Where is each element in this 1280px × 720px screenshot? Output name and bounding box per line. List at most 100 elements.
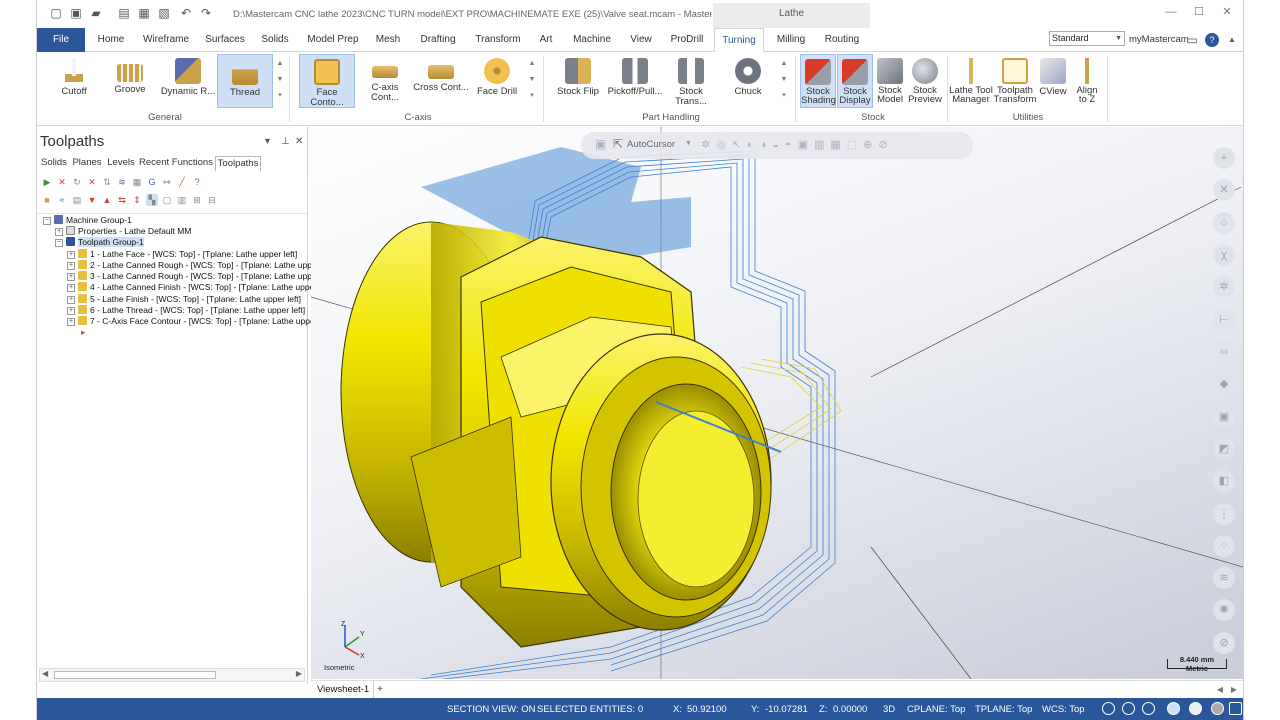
face-drill-button[interactable]: Face Drill	[471, 54, 523, 108]
tree-node-op[interactable]: +4 - Lathe Canned Finish - [WCS: Top] - …	[67, 282, 333, 293]
caxis-gallery-scroll[interactable]: ▲ ▼ ▾	[527, 56, 537, 106]
tree-node-toolpath-group[interactable]: − Toolpath Group-1	[55, 237, 144, 248]
display-toggle-icon[interactable]: ▢	[161, 194, 173, 206]
tab-machine[interactable]: Machine	[569, 28, 615, 52]
tab-view[interactable]: View	[627, 28, 655, 52]
cutoff-button[interactable]: Cutoff	[49, 54, 99, 108]
display-mode-icon[interactable]	[1229, 702, 1242, 715]
collapse-icon[interactable]: −	[55, 239, 63, 247]
scroll-left-icon[interactable]: ◀	[42, 669, 48, 678]
circle-icon[interactable]: ○	[1213, 212, 1235, 234]
tree-node-op[interactable]: +3 - Lathe Canned Rough - [WCS: Top] - […	[67, 271, 336, 282]
simulate-icon[interactable]: ▦	[131, 176, 143, 188]
comment-icon[interactable]: ▭	[1185, 33, 1199, 47]
add-icon[interactable]: +	[1213, 147, 1235, 169]
tab-solids[interactable]: Solids	[259, 28, 291, 52]
tab-wireframe[interactable]: Wireframe	[141, 28, 191, 52]
settings-icon[interactable]: ✺	[1213, 599, 1235, 621]
shading-sphere-icon[interactable]	[1167, 702, 1180, 715]
move-up-icon[interactable]: ▲	[101, 194, 113, 206]
add-viewsheet-button[interactable]: +	[377, 681, 383, 699]
tree-node-properties[interactable]: + Properties - Lathe Default MM	[55, 226, 191, 237]
redo-icon[interactable]: ↷	[199, 6, 213, 20]
select-all-icon[interactable]: ▶	[41, 176, 53, 188]
regen-icon[interactable]: ↻	[71, 176, 83, 188]
cube-icon[interactable]: ◆	[1213, 373, 1235, 395]
high-feed-icon[interactable]: ╱	[176, 176, 188, 188]
groove-button[interactable]: Groove	[105, 54, 155, 108]
tree-node-op[interactable]: +2 - Lathe Canned Rough - [WCS: Top] - […	[67, 260, 336, 271]
align-to-z-button[interactable]: Align to Z	[1071, 54, 1103, 108]
minimize-icon[interactable]: —	[1161, 4, 1181, 20]
save-as-icon[interactable]: ▦	[137, 6, 151, 20]
shading-sphere-icon[interactable]	[1211, 702, 1224, 715]
thread-button[interactable]: Thread	[217, 54, 273, 108]
tab-recent-functions-panel[interactable]: Recent Functions	[139, 156, 213, 171]
undo-icon[interactable]: ↶	[179, 6, 193, 20]
pickoff-button[interactable]: Pickoff/Pull...	[607, 54, 663, 108]
tab-model-prep[interactable]: Model Prep	[303, 28, 363, 52]
panel-menu-icon[interactable]: ▾	[265, 136, 270, 147]
expand-icon[interactable]: +	[67, 318, 75, 326]
sheet-scroll-left-icon[interactable]: ◀	[1217, 685, 1223, 694]
collapse-ribbon-icon[interactable]: ▲	[1225, 33, 1239, 47]
face-contour-button[interactable]: Face Conto...	[299, 54, 355, 108]
lathe-tool-manager-button[interactable]: Lathe Tool Manager	[949, 54, 993, 108]
cross-contour-button[interactable]: Cross Cont...	[413, 54, 469, 108]
account-link[interactable]: myMastercam	[1129, 34, 1189, 45]
scrollbar-thumb[interactable]	[54, 671, 216, 679]
autocursor-label[interactable]: AutoCursor	[627, 139, 675, 150]
deselect-icon[interactable]: ✕	[56, 176, 68, 188]
caxis-contour-button[interactable]: C-axis Cont...	[357, 54, 413, 108]
post-icon[interactable]: ↦	[161, 176, 173, 188]
tab-turning[interactable]: Turning	[714, 28, 764, 52]
stock-model-button[interactable]: Stock Model	[873, 54, 907, 108]
tab-transform[interactable]: Transform	[471, 28, 525, 52]
tab-solids-panel[interactable]: Solids	[39, 156, 69, 171]
lock-icon[interactable]: ■	[41, 194, 53, 206]
chuck-button[interactable]: Chuck	[723, 54, 773, 108]
new-file-icon[interactable]: ▢	[49, 6, 63, 20]
tplane-status[interactable]: TPLANE: Top	[975, 704, 1032, 715]
tab-levels-panel[interactable]: Levels	[105, 156, 137, 171]
insert-arrow-marker-icon[interactable]: ▸	[81, 327, 85, 338]
expand-icon[interactable]: +	[67, 262, 75, 270]
cursor-icon[interactable]: ⇱	[613, 137, 623, 151]
stock-flip-button[interactable]: Stock Flip	[553, 54, 603, 108]
lock-icon[interactable]: ▣	[595, 137, 606, 151]
globe-icon[interactable]	[1102, 702, 1115, 715]
viewsheet-tab[interactable]: Viewsheet-1	[313, 681, 375, 699]
stock-transfer-button[interactable]: Stock Trans...	[663, 54, 719, 108]
only-display-selected-icon[interactable]: ▚	[146, 194, 158, 206]
save-icon[interactable]: ▣	[69, 6, 83, 20]
tab-routing[interactable]: Routing	[821, 28, 863, 52]
collapse-icon[interactable]: −	[43, 217, 51, 225]
maximize-icon[interactable]: ☐	[1189, 4, 1209, 20]
tree-node-op[interactable]: +6 - Lathe Thread - [WCS: Top] - [Tplane…	[67, 305, 305, 316]
graphics-viewport[interactable]: ▣ ⇱ AutoCursor ▼ ✲◎↖◐◑◒◓▣▥▦⬚⊕⊘ + ✕ ○ χ ✲…	[311, 127, 1243, 679]
regen-dirty-icon[interactable]: ✕	[86, 176, 98, 188]
move-down-icon[interactable]: ▼	[86, 194, 98, 206]
solid-icon[interactable]: ▣	[1213, 406, 1235, 428]
mode-3d-toggle[interactable]: 3D	[883, 704, 895, 715]
tab-planes-panel[interactable]: Planes	[71, 156, 103, 171]
help-panel-icon[interactable]: ?	[191, 176, 203, 188]
stock-shading-button[interactable]: Stock Shading	[800, 54, 836, 108]
dynamic-rough-button[interactable]: Dynamic R...	[159, 54, 217, 108]
points-icon[interactable]: ⁘	[1213, 535, 1235, 557]
color-icon[interactable]: ◩	[1213, 438, 1235, 460]
shading-sphere-icon[interactable]	[1189, 702, 1202, 715]
tab-home[interactable]: Home	[93, 28, 129, 52]
cview-button[interactable]: CView	[1037, 54, 1069, 108]
tree-node-op[interactable]: +7 - C-Axis Face Contour - [WCS: Top] - …	[67, 316, 334, 327]
clip-icon[interactable]: ∞	[1213, 341, 1235, 363]
help-icon[interactable]: ?	[1205, 33, 1219, 47]
backplot-icon[interactable]: ⇅	[101, 176, 113, 188]
layers-icon[interactable]: ≋	[1213, 567, 1235, 589]
tab-milling[interactable]: Milling	[773, 28, 809, 52]
tab-drafting[interactable]: Drafting	[417, 28, 459, 52]
panel-horizontal-scrollbar[interactable]: ◀ ▶	[39, 668, 305, 682]
toggle-display-icon[interactable]: ≈	[56, 194, 68, 206]
globe-icon[interactable]	[1122, 702, 1135, 715]
collapse-all-icon[interactable]: ⊟	[206, 194, 218, 206]
